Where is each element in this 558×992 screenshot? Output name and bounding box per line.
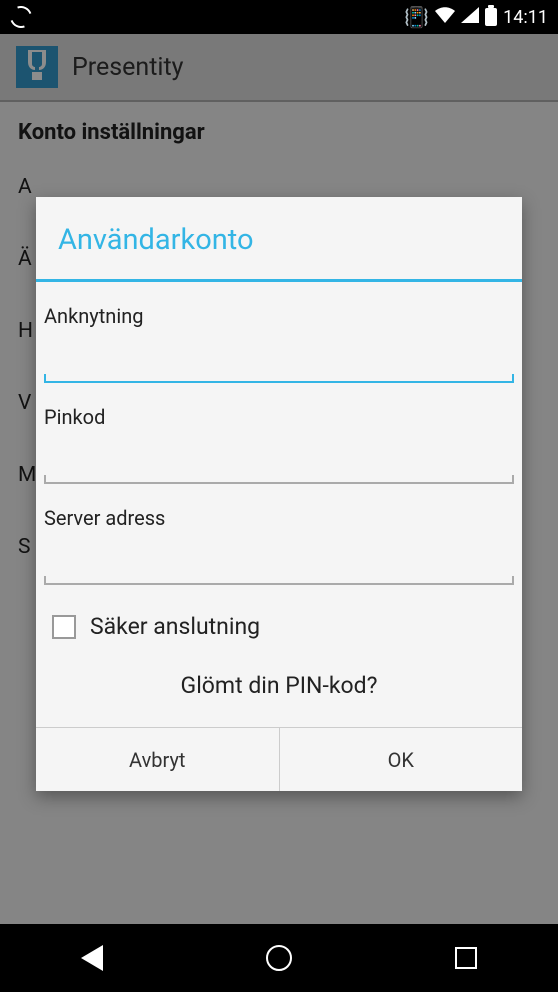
navigation-bar xyxy=(0,924,558,992)
user-account-dialog: Användarkonto Anknytning Pinkod Server a… xyxy=(36,197,522,791)
secure-checkbox[interactable] xyxy=(52,615,76,639)
wifi-icon xyxy=(435,7,455,28)
secure-connection-row[interactable]: Säker anslutning xyxy=(44,597,514,654)
input-underline xyxy=(44,381,514,383)
status-bar: 📳 14:11 xyxy=(0,0,558,34)
signal-icon xyxy=(461,7,479,28)
dialog-title: Användarkonto xyxy=(36,197,522,279)
pin-label: Pinkod xyxy=(44,395,514,435)
nav-home-icon[interactable] xyxy=(266,945,292,971)
cancel-button[interactable]: Avbryt xyxy=(36,728,279,791)
ok-button[interactable]: OK xyxy=(279,728,523,791)
nav-back-icon[interactable] xyxy=(81,945,103,971)
vibrate-icon: 📳 xyxy=(404,5,429,29)
battery-icon xyxy=(485,8,497,26)
server-label: Server adress xyxy=(44,496,514,536)
input-underline xyxy=(44,482,514,484)
server-input[interactable] xyxy=(44,546,514,583)
nav-recent-icon[interactable] xyxy=(455,947,477,969)
input-underline xyxy=(44,583,514,585)
extension-input[interactable] xyxy=(44,344,514,381)
spinner-icon xyxy=(6,2,35,31)
forgot-pin-link[interactable]: Glömt din PIN-kod? xyxy=(44,654,514,705)
pin-input[interactable] xyxy=(44,445,514,482)
extension-label: Anknytning xyxy=(44,294,514,334)
status-time: 14:11 xyxy=(503,7,548,28)
secure-label: Säker anslutning xyxy=(90,613,260,640)
